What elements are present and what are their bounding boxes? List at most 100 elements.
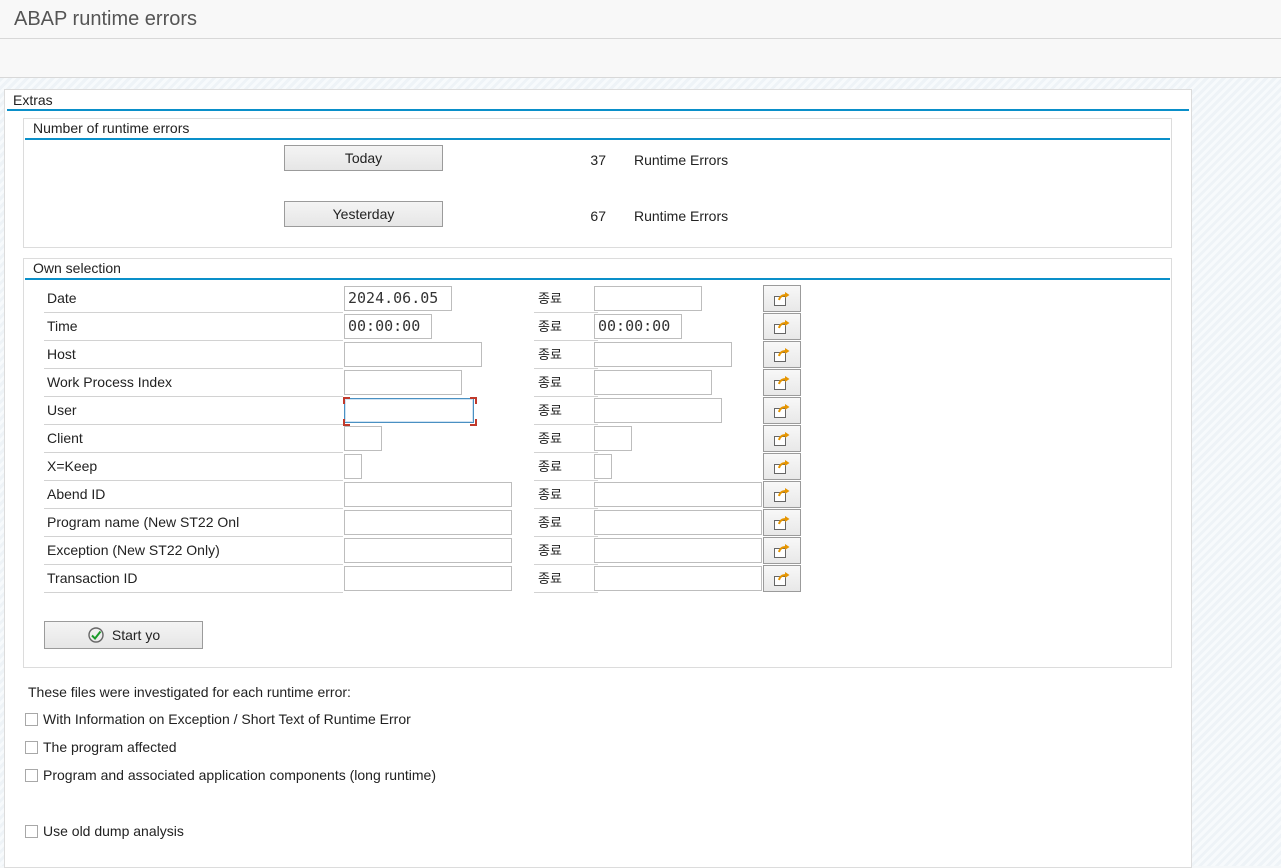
host-to-input[interactable]: [594, 342, 732, 367]
option-exception-info[interactable]: With Information on Exception / Short Te…: [25, 711, 411, 727]
old-dump-checkbox[interactable]: [25, 824, 38, 838]
date-to-label: 종료: [534, 285, 598, 313]
program-name-to-label: 종료: [534, 509, 598, 537]
multiple-selection-icon: [774, 487, 790, 502]
work-process-index-from-input[interactable]: [344, 370, 462, 395]
work-process-index-label: Work Process Index: [44, 369, 343, 397]
execute-icon: [88, 627, 104, 643]
client-to-label: 종료: [534, 425, 598, 453]
focus-corner: [470, 419, 477, 426]
user-to-input[interactable]: [594, 398, 722, 423]
exception-info-label: With Information on Exception / Short Te…: [43, 711, 411, 727]
x-keep-to-input[interactable]: [594, 454, 612, 479]
transaction-id-multiple-selection-button[interactable]: [763, 565, 801, 592]
multiple-selection-icon: [774, 291, 790, 306]
abend-id-multiple-selection-button[interactable]: [763, 481, 801, 508]
app-components-label: Program and associated application compo…: [43, 767, 436, 783]
program-name-label: Program name (New ST22 Onl: [44, 509, 343, 537]
user-from-input[interactable]: [344, 398, 474, 423]
extras-title: Extras: [13, 92, 53, 108]
multiple-selection-icon: [774, 543, 790, 558]
time-to-input[interactable]: 00:00:00: [594, 314, 682, 339]
start-button-label: Start yo: [111, 627, 161, 643]
exception-from-input[interactable]: [344, 538, 512, 563]
old-dump-label: Use old dump analysis: [43, 823, 184, 839]
abend-id-to-input[interactable]: [594, 482, 762, 507]
option-program-affected[interactable]: The program affected: [25, 739, 177, 755]
yesterday-button-label: Yesterday: [332, 206, 395, 222]
program-affected-label: The program affected: [43, 739, 177, 755]
client-label: Client: [44, 425, 343, 453]
work-process-index-to-label: 종료: [534, 369, 598, 397]
client-multiple-selection-button[interactable]: [763, 425, 801, 452]
yesterday-count-label: Runtime Errors: [634, 208, 729, 224]
multiple-selection-icon: [774, 375, 790, 390]
start-button[interactable]: Start yo: [44, 621, 203, 649]
runtime-errors-underline: [25, 138, 1170, 140]
option-app-components[interactable]: Program and associated application compo…: [25, 767, 436, 783]
program-name-from-input[interactable]: [344, 510, 512, 535]
client-from-input[interactable]: [344, 426, 382, 451]
user-to-label: 종료: [534, 397, 598, 425]
focus-corner: [470, 397, 477, 404]
abend-id-from-input[interactable]: [344, 482, 512, 507]
yesterday-button[interactable]: Yesterday: [284, 201, 443, 227]
transaction-id-to-input[interactable]: [594, 566, 762, 591]
client-to-input[interactable]: [594, 426, 632, 451]
exception-to-label: 종료: [534, 537, 598, 565]
program-name-multiple-selection-button[interactable]: [763, 509, 801, 536]
multiple-selection-icon: [774, 347, 790, 362]
program-affected-checkbox[interactable]: [25, 740, 38, 754]
x-keep-multiple-selection-button[interactable]: [763, 453, 801, 480]
own-selection-group: Own selection Date 2024.06.05 종료 Time 00:00…: [23, 258, 1172, 668]
today-count-label: Runtime Errors: [634, 152, 729, 168]
title-bar: ABAP runtime errors: [0, 0, 1281, 39]
time-from-input[interactable]: 00:00:00: [344, 314, 432, 339]
today-button[interactable]: Today: [284, 145, 443, 171]
window-title: ABAP runtime errors: [14, 8, 198, 30]
focus-corner: [343, 419, 350, 426]
option-old-dump[interactable]: Use old dump analysis: [25, 823, 184, 839]
runtime-errors-title: Number of runtime errors: [33, 120, 190, 136]
time-label: Time: [44, 313, 343, 341]
user-label: User: [44, 397, 343, 425]
abend-id-to-label: 종료: [534, 481, 598, 509]
focus-corner: [343, 397, 350, 404]
host-to-label: 종료: [534, 341, 598, 369]
exception-info-checkbox[interactable]: [25, 712, 38, 726]
multiple-selection-icon: [774, 459, 790, 474]
own-selection-underline: [25, 278, 1170, 280]
multiple-selection-icon: [774, 515, 790, 530]
today-button-label: Today: [344, 150, 383, 166]
date-multiple-selection-button[interactable]: [763, 285, 801, 312]
exception-multiple-selection-button[interactable]: [763, 537, 801, 564]
extras-underline: [7, 109, 1189, 111]
host-from-input[interactable]: [344, 342, 482, 367]
exception-to-input[interactable]: [594, 538, 762, 563]
multiple-selection-icon: [774, 403, 790, 418]
date-from-input[interactable]: 2024.06.05: [344, 286, 452, 311]
work-process-index-to-input[interactable]: [594, 370, 712, 395]
runtime-errors-group: Number of runtime errors Today 37 Runtim…: [23, 118, 1172, 248]
multiple-selection-icon: [774, 571, 790, 586]
today-count: 37: [590, 152, 606, 168]
yesterday-count: 67: [590, 208, 606, 224]
date-to-input[interactable]: [594, 286, 702, 311]
app-components-checkbox[interactable]: [25, 768, 38, 782]
investigation-heading: These files were investigated for each r…: [28, 684, 351, 700]
toolbar: [0, 39, 1281, 78]
abend-id-label: Abend ID: [44, 481, 343, 509]
program-name-to-input[interactable]: [594, 510, 762, 535]
x-keep-to-label: 종료: [534, 453, 598, 481]
transaction-id-from-input[interactable]: [344, 566, 512, 591]
time-to-label: 종료: [534, 313, 598, 341]
x-keep-from-input[interactable]: [344, 454, 362, 479]
extras-panel: Extras Number of runtime errors Today 37…: [4, 89, 1192, 868]
host-multiple-selection-button[interactable]: [763, 341, 801, 368]
time-multiple-selection-button[interactable]: [763, 313, 801, 340]
work-process-index-multiple-selection-button[interactable]: [763, 369, 801, 396]
multiple-selection-icon: [774, 319, 790, 334]
own-selection-title: Own selection: [33, 260, 121, 276]
user-multiple-selection-button[interactable]: [763, 397, 801, 424]
exception-label: Exception (New ST22 Only): [44, 537, 343, 565]
